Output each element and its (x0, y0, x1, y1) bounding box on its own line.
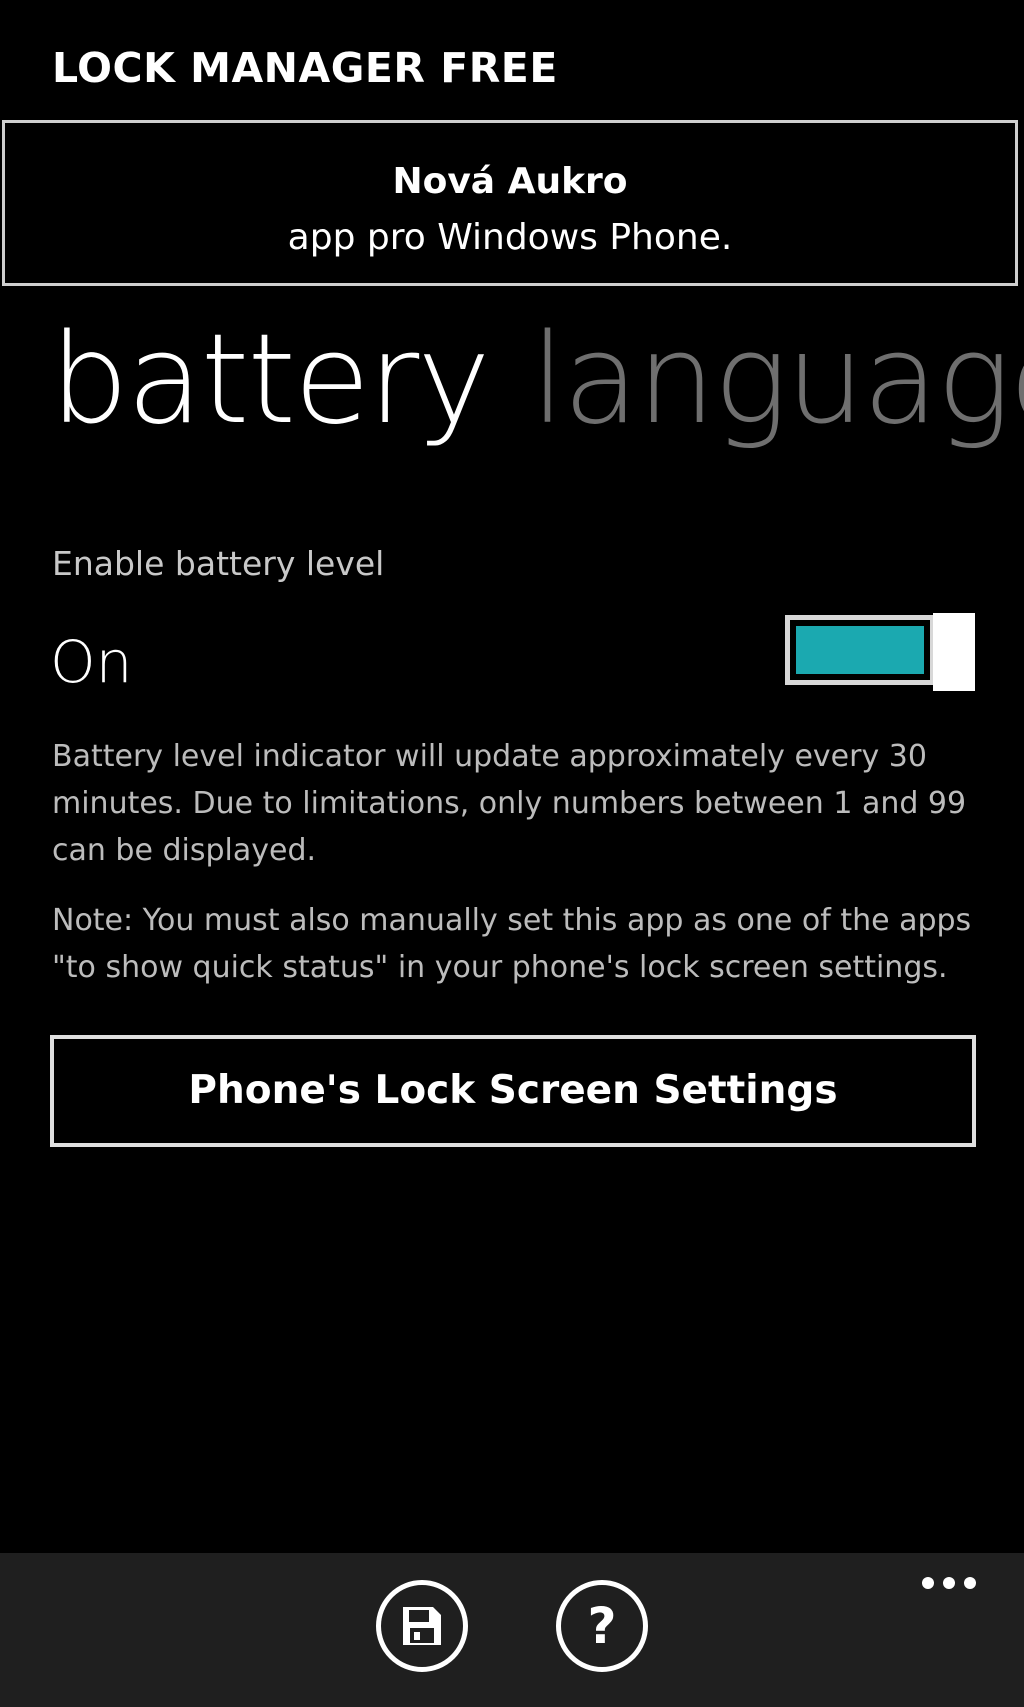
ad-banner[interactable]: Nová Aukro app pro Windows Phone. (2, 120, 1018, 286)
lock-screen-settings-button[interactable]: Phone's Lock Screen Settings (50, 1035, 976, 1147)
save-button[interactable] (376, 1580, 468, 1672)
toggle-track (785, 615, 935, 685)
toggle-fill (796, 626, 924, 674)
ellipsis-dot (943, 1577, 955, 1589)
ad-subline: app pro Windows Phone. (287, 217, 733, 258)
toggle-thumb[interactable] (933, 613, 975, 691)
battery-description: Battery level indicator will update appr… (52, 739, 967, 868)
pivot-header: batterylanguage (50, 300, 1024, 460)
ellipsis-dot (922, 1577, 934, 1589)
ad-headline: Nová Aukro (392, 161, 628, 202)
help-button[interactable]: ? (556, 1580, 648, 1672)
save-icon (403, 1607, 441, 1645)
battery-setting-label: Enable battery level (52, 544, 385, 583)
pivot-tab-battery[interactable]: battery (50, 300, 491, 460)
app-title: LOCK MANAGER FREE (52, 44, 558, 92)
battery-toggle-switch[interactable] (785, 613, 975, 691)
battery-note: Note: You must also manually set this ap… (52, 903, 972, 985)
ellipsis-dot (964, 1577, 976, 1589)
ellipsis-icon[interactable] (922, 1577, 976, 1591)
help-icon: ? (587, 1597, 617, 1655)
pivot-tab-language[interactable]: language (531, 300, 1024, 460)
toggle-state-text: On (50, 628, 133, 696)
app-bar: ? (0, 1553, 1024, 1707)
